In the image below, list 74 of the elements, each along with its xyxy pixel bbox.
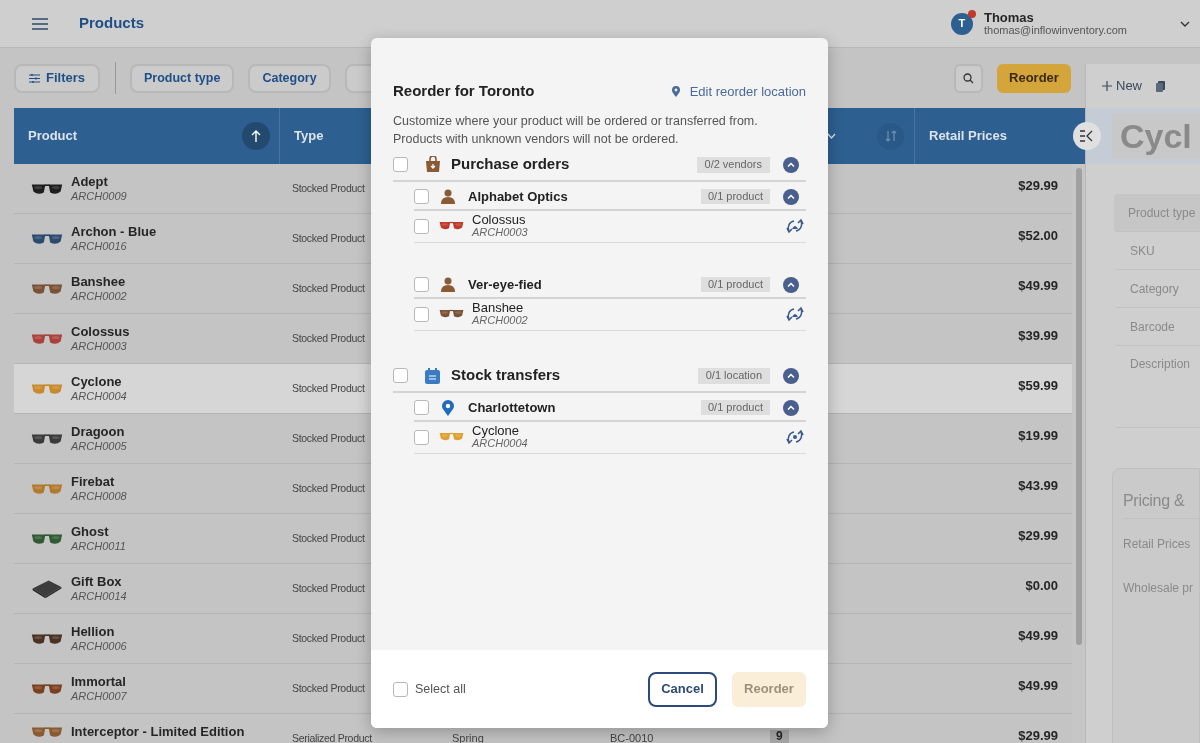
product-name: Firebat	[71, 475, 116, 489]
table-cell: Serialized Product	[292, 733, 372, 743]
price-cell: $0.00	[1025, 579, 1058, 593]
price-cell: $39.99	[1018, 329, 1058, 343]
table-cell: Stocked Product	[292, 483, 365, 494]
product-sku: ARCH0014	[71, 589, 127, 603]
product-name: Immortal	[71, 675, 127, 689]
table-cell: Stocked Product	[292, 283, 365, 294]
price-cell: $49.99	[1018, 679, 1058, 693]
item-name: Cyclone	[472, 424, 520, 437]
price-cell: $29.99	[1018, 529, 1058, 543]
price-cell: $29.99	[1018, 729, 1058, 743]
user-email: thomas@inflowinventory.com	[983, 23, 1127, 37]
table-cell: Stocked Product	[292, 633, 365, 644]
product-sku: ARCH0007	[71, 689, 127, 703]
table-cell: Stocked Product	[292, 233, 365, 244]
price-cell: $59.99	[1018, 379, 1058, 393]
dialog-description: Customize where your product will be ordered or transferred from. Products with unknown vendors will not be ordered.	[393, 112, 759, 148]
product-sku: ARCH0008	[71, 489, 127, 503]
product-name: Hellion	[71, 625, 116, 639]
dialog-title: Reorder for Toronto	[393, 81, 535, 101]
product-sku: ARCH0011	[71, 539, 126, 553]
field-label: Retail Prices	[1123, 536, 1191, 553]
price-cell: $49.99	[1018, 279, 1058, 293]
product-name: Dragoon	[71, 425, 126, 439]
field-label: Wholesale pr	[1123, 580, 1194, 597]
item-name: Banshee	[472, 301, 525, 314]
section-label: Stock transfers	[451, 365, 561, 386]
product-name: Interceptor - Limited Edition	[71, 725, 245, 740]
price-cell: $29.99	[1018, 179, 1058, 193]
table-cell: Stocked Product	[292, 583, 365, 594]
user-name: Thomas	[983, 10, 1035, 24]
section-title: Pricing &	[1123, 490, 1185, 511]
product-name: Banshee	[71, 275, 127, 289]
group-label: Alphabet Optics	[468, 187, 568, 206]
product-sku: ARCH0003	[71, 339, 128, 353]
product-name: Gift Box	[71, 575, 123, 589]
checkbox-label: Select all	[415, 680, 466, 698]
product-sku: ARCH0004	[71, 389, 127, 403]
product-sku: ARCH0016	[71, 239, 128, 253]
count-tag: 0/2 vendors	[696, 156, 770, 173]
table-cell: Stocked Product	[292, 433, 365, 444]
product-sku: ARCH0002	[71, 289, 127, 303]
table-cell: Stocked Product	[292, 533, 365, 544]
count-tag: 0/1 product	[700, 277, 770, 292]
item-name: Colossus	[472, 213, 527, 226]
product-name: Ghost	[71, 525, 110, 539]
item-sku: ARCH0003	[472, 226, 528, 239]
stock-count: 9	[770, 730, 789, 743]
section-label: Purchase orders	[451, 154, 570, 175]
product-sku: ARCH0005	[71, 439, 127, 453]
table-cell: Stocked Product	[292, 683, 365, 694]
table-cell: Stocked Product	[292, 383, 365, 394]
price-cell: $49.99	[1018, 629, 1058, 643]
price-cell: $52.00	[1018, 229, 1058, 243]
group-label: Ver-eye-fied	[468, 275, 542, 294]
price-cell: $43.99	[1018, 479, 1058, 493]
count-tag: 0/1 location	[697, 367, 770, 384]
page-title: Products	[79, 13, 144, 34]
item-sku: ARCH0002	[472, 314, 528, 327]
table-cell: Stocked Product	[292, 333, 365, 344]
table-cell: Stocked Product	[292, 183, 365, 194]
item-sku: ARCH0004	[472, 437, 528, 450]
table-cell: BC-0010	[610, 732, 654, 743]
price-cell: $19.99	[1018, 429, 1058, 443]
product-name: Colossus	[71, 325, 130, 339]
product-sku: ARCH0009	[71, 189, 127, 203]
product-name: Cyclone	[71, 375, 123, 389]
product-name: Archon - Blue	[71, 225, 157, 239]
count-tag: 0/1 product	[700, 400, 770, 415]
product-sku: ARCH0006	[71, 639, 127, 653]
group-label: Charlottetown	[468, 398, 556, 417]
product-name: Adept	[71, 175, 109, 189]
count-tag: 0/1 product	[700, 189, 770, 204]
